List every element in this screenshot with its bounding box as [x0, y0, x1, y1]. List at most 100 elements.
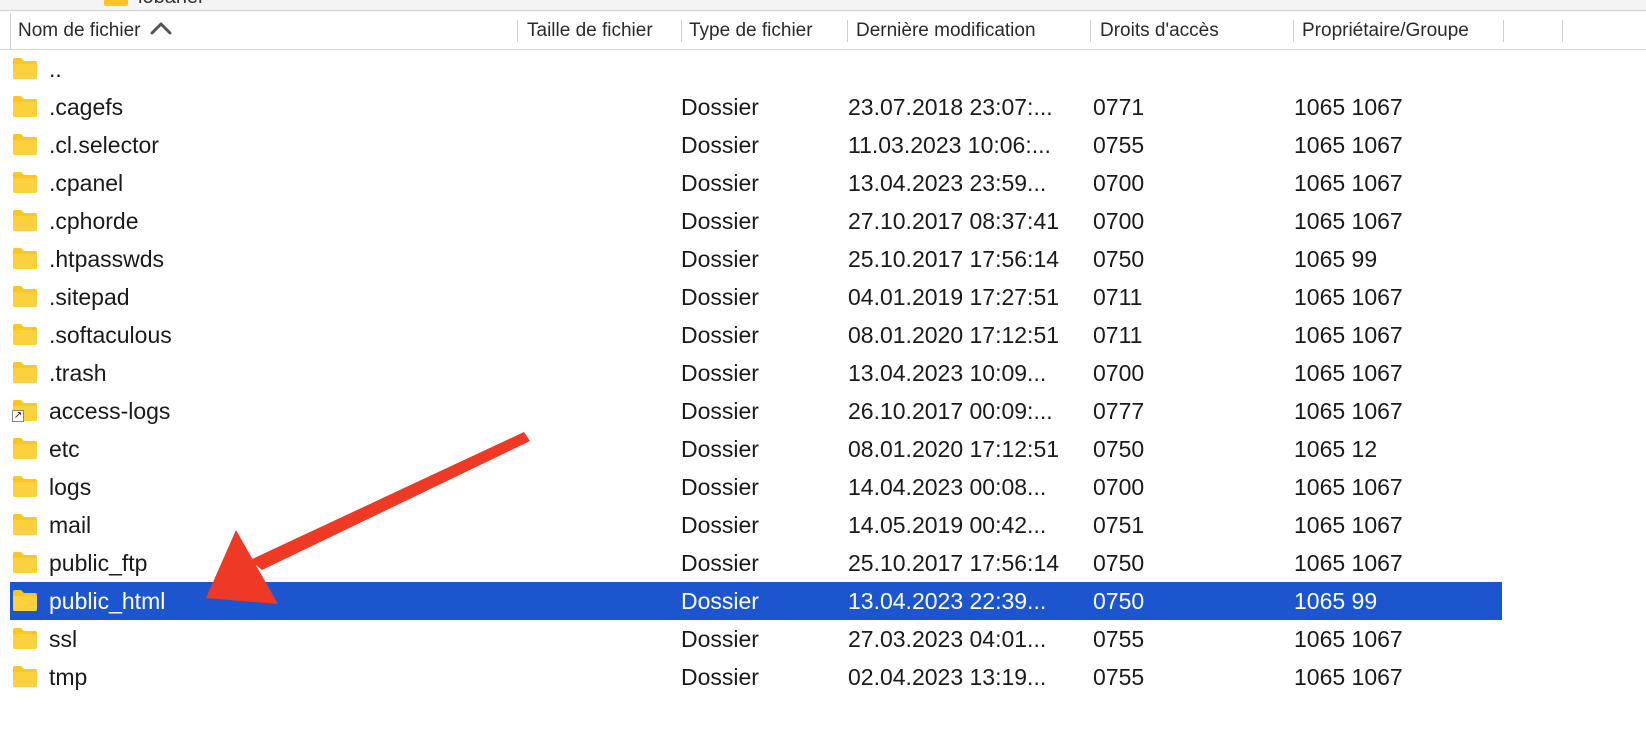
- column-separator[interactable]: [681, 20, 682, 42]
- file-size: [527, 582, 677, 620]
- table-row[interactable]: .cpanel Dossier 13.04.2023 23:59... 0700…: [10, 164, 1502, 202]
- file-name: .cl.selector: [49, 132, 159, 158]
- owner-group: 1065 99: [1294, 246, 1378, 272]
- column-header-permissions[interactable]: Droits d'accès: [1100, 13, 1290, 49]
- owner-group: [1294, 50, 1494, 88]
- last-modified: 14.04.2023 00:08...: [848, 474, 1047, 500]
- file-name: .cpanel: [49, 170, 124, 196]
- permissions: 0750: [1093, 246, 1145, 272]
- file-size: [527, 468, 677, 506]
- file-name: tmp: [49, 664, 88, 690]
- folder-icon: [104, 0, 128, 6]
- owner-group: 1065 1067: [1294, 512, 1403, 538]
- column-header-size[interactable]: Taille de fichier: [527, 13, 677, 49]
- folder-icon: [12, 512, 38, 536]
- table-row-selected[interactable]: public_html Dossier 13.04.2023 22:39... …: [10, 582, 1502, 620]
- table-row[interactable]: .cl.selector Dossier 11.03.2023 10:06:..…: [10, 126, 1502, 164]
- last-modified: 02.04.2023 13:19...: [848, 664, 1047, 690]
- folder-icon: [12, 322, 38, 346]
- owner-group: 1065 1067: [1294, 94, 1403, 120]
- file-type: Dossier: [681, 246, 759, 272]
- column-separator[interactable]: [847, 20, 848, 42]
- folder-icon: [12, 474, 38, 498]
- owner-group: 1065 1067: [1294, 170, 1403, 196]
- last-modified: 27.10.2017 08:37:41: [848, 208, 1060, 234]
- table-row[interactable]: etc Dossier 08.01.2020 17:12:51 0750 106…: [10, 430, 1502, 468]
- table-row[interactable]: .cagefs Dossier 23.07.2018 23:07:... 077…: [10, 88, 1502, 126]
- column-separator[interactable]: [1503, 20, 1504, 42]
- table-row[interactable]: tmp Dossier 02.04.2023 13:19... 0755 106…: [10, 658, 1502, 696]
- column-header-label: Droits d'accès: [1100, 20, 1219, 41]
- file-type: [681, 50, 841, 88]
- table-row[interactable]: .trash Dossier 13.04.2023 10:09... 0700 …: [10, 354, 1502, 392]
- folder-icon: [12, 360, 38, 384]
- file-size: [527, 430, 677, 468]
- file-size: [527, 620, 677, 658]
- column-header-row: Nom de fichier Taille de fichier Type de…: [0, 13, 1646, 50]
- folder-icon: [12, 284, 38, 308]
- column-separator[interactable]: [1293, 20, 1294, 42]
- table-row[interactable]: .cphorde Dossier 27.10.2017 08:37:41 070…: [10, 202, 1502, 240]
- file-type: Dossier: [681, 588, 759, 614]
- permissions: 0750: [1093, 436, 1145, 462]
- file-size: [527, 392, 677, 430]
- symlink-icon: ↗: [12, 410, 24, 422]
- file-browser-window: lobaner Nom de fichier Taille de fichier…: [0, 0, 1646, 734]
- column-header-owner[interactable]: Propriétaire/Groupe: [1302, 13, 1500, 49]
- file-name: ssl: [49, 626, 78, 652]
- table-row[interactable]: ↗ access-logs Dossier 26.10.2017 00:09:.…: [10, 392, 1502, 430]
- permissions: 0700: [1093, 474, 1145, 500]
- column-header-type[interactable]: Type de fichier: [689, 13, 844, 49]
- file-size: [527, 240, 677, 278]
- last-modified: 11.03.2023 10:06:...: [848, 132, 1051, 158]
- last-modified: 04.01.2019 17:27:51: [848, 284, 1060, 310]
- file-type: Dossier: [681, 550, 759, 576]
- file-name: .cphorde: [49, 208, 139, 234]
- permissions: 0711: [1093, 322, 1143, 348]
- owner-group: 1065 99: [1294, 588, 1378, 614]
- table-row[interactable]: .softaculous Dossier 08.01.2020 17:12:51…: [10, 316, 1502, 354]
- file-type: Dossier: [681, 626, 759, 652]
- permissions: 0700: [1093, 208, 1145, 234]
- last-modified: 14.05.2019 00:42...: [848, 512, 1047, 538]
- file-type: Dossier: [681, 398, 759, 424]
- table-row[interactable]: .sitepad Dossier 04.01.2019 17:27:51 071…: [10, 278, 1502, 316]
- owner-group: 1065 1067: [1294, 132, 1403, 158]
- folder-icon: [12, 550, 38, 574]
- file-type: Dossier: [681, 94, 759, 120]
- owner-group: 1065 1067: [1294, 550, 1403, 576]
- chevron-up-icon[interactable]: [149, 21, 171, 35]
- file-size: [527, 354, 677, 392]
- file-name: public_html: [49, 588, 166, 614]
- folder-icon: [12, 132, 38, 156]
- owner-group: 1065 1067: [1294, 664, 1403, 690]
- file-name: ..: [49, 56, 62, 82]
- permissions: 0771: [1093, 94, 1145, 120]
- folder-icon: [12, 170, 38, 194]
- file-type: Dossier: [681, 436, 759, 462]
- file-type: Dossier: [681, 512, 759, 538]
- file-name: access-logs: [49, 398, 171, 424]
- column-separator[interactable]: [517, 20, 518, 42]
- file-type: Dossier: [681, 170, 759, 196]
- owner-group: 1065 1067: [1294, 284, 1403, 310]
- file-name: .softaculous: [49, 322, 172, 348]
- table-row[interactable]: mail Dossier 14.05.2019 00:42... 0751 10…: [10, 506, 1502, 544]
- table-row[interactable]: ssl Dossier 27.03.2023 04:01... 0755 106…: [10, 620, 1502, 658]
- table-row[interactable]: .htpasswds Dossier 25.10.2017 17:56:14 0…: [10, 240, 1502, 278]
- table-row[interactable]: logs Dossier 14.04.2023 00:08... 0700 10…: [10, 468, 1502, 506]
- permissions: 0755: [1093, 664, 1145, 690]
- column-separator[interactable]: [1090, 20, 1091, 42]
- file-size: [527, 544, 677, 582]
- last-modified: 08.01.2020 17:12:51: [848, 436, 1060, 462]
- permissions: 0711: [1093, 284, 1143, 310]
- table-row[interactable]: public_ftp Dossier 25.10.2017 17:56:14 0…: [10, 544, 1502, 582]
- file-size: [527, 126, 677, 164]
- column-header-name[interactable]: Nom de fichier: [18, 13, 508, 49]
- owner-group: 1065 1067: [1294, 208, 1403, 234]
- table-row[interactable]: ..: [10, 50, 1502, 88]
- last-modified: 25.10.2017 17:56:14: [848, 550, 1060, 576]
- column-header-label: Taille de fichier: [527, 20, 653, 41]
- permissions: 0700: [1093, 360, 1145, 386]
- column-header-modified[interactable]: Dernière modification: [856, 13, 1086, 49]
